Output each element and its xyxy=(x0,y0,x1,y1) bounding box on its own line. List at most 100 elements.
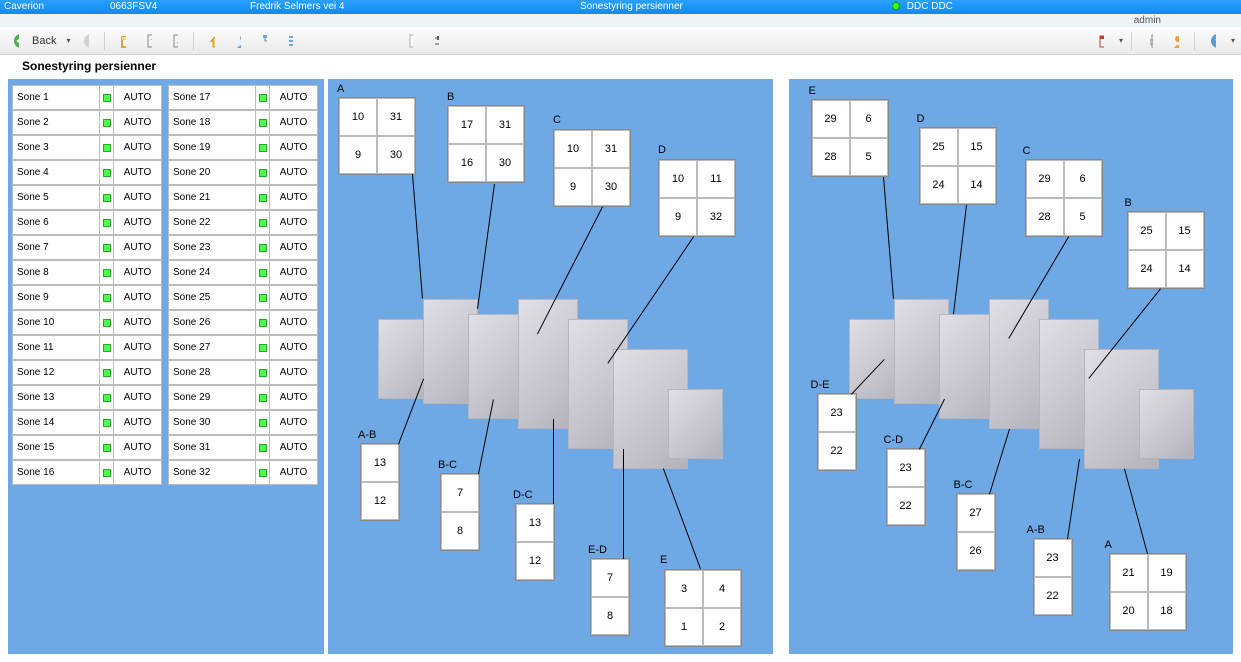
zone-row[interactable]: Sone 17AUTO xyxy=(168,85,318,110)
zone-mode-button[interactable]: AUTO xyxy=(114,410,162,435)
doc-button[interactable] xyxy=(400,31,420,51)
zone-row[interactable]: Sone 20AUTO xyxy=(168,160,318,185)
zone-row[interactable]: Sone 12AUTO xyxy=(12,360,162,385)
zone-row[interactable]: Sone 6AUTO xyxy=(12,210,162,235)
zone-mode-button[interactable]: AUTO xyxy=(270,310,318,335)
zone-mode-button[interactable]: AUTO xyxy=(270,85,318,110)
new-window-button[interactable] xyxy=(113,31,133,51)
zone-mode-button[interactable]: AUTO xyxy=(270,210,318,235)
zone-mode-button[interactable]: AUTO xyxy=(114,435,162,460)
zone-mode-button[interactable]: AUTO xyxy=(114,260,162,285)
zone-mode-button[interactable]: AUTO xyxy=(270,360,318,385)
tree-button[interactable] xyxy=(254,31,274,51)
zone-row[interactable]: Sone 15AUTO xyxy=(12,435,162,460)
zone-mode-button[interactable]: AUTO xyxy=(114,160,162,185)
nav-back-button[interactable] xyxy=(6,31,26,51)
help-dropdown-icon[interactable]: ▾ xyxy=(1231,36,1235,45)
zone-row[interactable]: Sone 7AUTO xyxy=(12,235,162,260)
zone-mode-button[interactable]: AUTO xyxy=(114,360,162,385)
help-button[interactable]: ? xyxy=(1203,31,1223,51)
zone-row[interactable]: Sone 24AUTO xyxy=(168,260,318,285)
zone-row[interactable]: Sone 13AUTO xyxy=(12,385,162,410)
value-grid[interactable]: 78 xyxy=(590,558,630,636)
tool-button-2[interactable] xyxy=(165,31,185,51)
value-grid[interactable]: 3412 xyxy=(664,569,742,647)
tool-button-1[interactable] xyxy=(139,31,159,51)
zone-mode-button[interactable]: AUTO xyxy=(114,310,162,335)
zone-row[interactable]: Sone 11AUTO xyxy=(12,335,162,360)
calendar-dropdown-icon[interactable]: ▾ xyxy=(1119,36,1123,45)
zone-row[interactable]: Sone 31AUTO xyxy=(168,435,318,460)
zone-mode-button[interactable]: AUTO xyxy=(270,385,318,410)
zone-row[interactable]: Sone 27AUTO xyxy=(168,335,318,360)
zone-mode-button[interactable]: AUTO xyxy=(114,385,162,410)
zone-row[interactable]: Sone 25AUTO xyxy=(168,285,318,310)
zone-mode-button[interactable]: AUTO xyxy=(270,285,318,310)
zone-mode-button[interactable]: AUTO xyxy=(270,335,318,360)
list-button[interactable] xyxy=(280,31,300,51)
value-grid[interactable]: 1011932 xyxy=(658,159,736,237)
value-grid[interactable]: 25152414 xyxy=(919,127,997,205)
value-grid[interactable]: 17311630 xyxy=(447,105,525,183)
zone-row[interactable]: Sone 29AUTO xyxy=(168,385,318,410)
zone-row[interactable]: Sone 28AUTO xyxy=(168,360,318,385)
zone-row[interactable]: Sone 9AUTO xyxy=(12,285,162,310)
value-grid[interactable]: 1031930 xyxy=(553,129,631,207)
value-grid[interactable]: 296285 xyxy=(1025,159,1103,237)
zone-mode-button[interactable]: AUTO xyxy=(114,185,162,210)
zone-row[interactable]: Sone 1AUTO xyxy=(12,85,162,110)
zone-row[interactable]: Sone 32AUTO xyxy=(168,460,318,485)
zone-row[interactable]: Sone 18AUTO xyxy=(168,110,318,135)
zone-mode-button[interactable]: AUTO xyxy=(114,285,162,310)
user-button[interactable] xyxy=(228,31,248,51)
zone-mode-button[interactable]: AUTO xyxy=(114,210,162,235)
zone-mode-button[interactable]: AUTO xyxy=(270,110,318,135)
value-grid[interactable]: 78 xyxy=(440,473,480,551)
zone-row[interactable]: Sone 26AUTO xyxy=(168,310,318,335)
calendar-button[interactable] xyxy=(1091,31,1111,51)
zone-mode-button[interactable]: AUTO xyxy=(270,135,318,160)
zone-mode-button[interactable]: AUTO xyxy=(270,235,318,260)
zone-mode-button[interactable]: AUTO xyxy=(270,185,318,210)
zone-row[interactable]: Sone 5AUTO xyxy=(12,185,162,210)
zone-mode-button[interactable]: AUTO xyxy=(270,435,318,460)
zone-mode-button[interactable]: AUTO xyxy=(270,460,318,485)
zone-row[interactable]: Sone 16AUTO xyxy=(12,460,162,485)
print-button[interactable] xyxy=(1140,31,1160,51)
settings-button[interactable] xyxy=(426,31,446,51)
zone-row[interactable]: Sone 23AUTO xyxy=(168,235,318,260)
zone-row[interactable]: Sone 3AUTO xyxy=(12,135,162,160)
home-button[interactable] xyxy=(202,31,222,51)
zone-mode-button[interactable]: AUTO xyxy=(270,260,318,285)
value-grid[interactable]: 2726 xyxy=(956,493,996,571)
back-dropdown-icon[interactable]: ▾ xyxy=(66,36,70,45)
zone-row[interactable]: Sone 19AUTO xyxy=(168,135,318,160)
zone-mode-button[interactable]: AUTO xyxy=(114,460,162,485)
zone-row[interactable]: Sone 8AUTO xyxy=(12,260,162,285)
value-grid[interactable]: 2322 xyxy=(817,393,857,471)
value-grid[interactable]: 2322 xyxy=(886,448,926,526)
value-grid[interactable]: 21192018 xyxy=(1109,553,1187,631)
zone-row[interactable]: Sone 14AUTO xyxy=(12,410,162,435)
zone-mode-button[interactable]: AUTO xyxy=(114,135,162,160)
zone-mode-button[interactable]: AUTO xyxy=(114,235,162,260)
zone-mode-button[interactable]: AUTO xyxy=(270,410,318,435)
zone-row[interactable]: Sone 10AUTO xyxy=(12,310,162,335)
zone-mode-button[interactable]: AUTO xyxy=(270,160,318,185)
value-grid[interactable]: 1312 xyxy=(360,443,400,521)
value-grid[interactable]: 1031930 xyxy=(338,97,416,175)
value-grid[interactable]: 2322 xyxy=(1033,538,1073,616)
zone-mode-button[interactable]: AUTO xyxy=(114,110,162,135)
zone-row[interactable]: Sone 2AUTO xyxy=(12,110,162,135)
nav-forward-button[interactable] xyxy=(76,31,96,51)
value-grid[interactable]: 1312 xyxy=(515,503,555,581)
zone-row[interactable]: Sone 21AUTO xyxy=(168,185,318,210)
value-grid[interactable]: 25152414 xyxy=(1127,211,1205,289)
zone-row[interactable]: Sone 4AUTO xyxy=(12,160,162,185)
zone-row[interactable]: Sone 30AUTO xyxy=(168,410,318,435)
value-grid[interactable]: 296285 xyxy=(811,99,889,177)
zone-mode-button[interactable]: AUTO xyxy=(114,335,162,360)
zone-mode-button[interactable]: AUTO xyxy=(114,85,162,110)
users-button[interactable] xyxy=(1166,31,1186,51)
zone-row[interactable]: Sone 22AUTO xyxy=(168,210,318,235)
